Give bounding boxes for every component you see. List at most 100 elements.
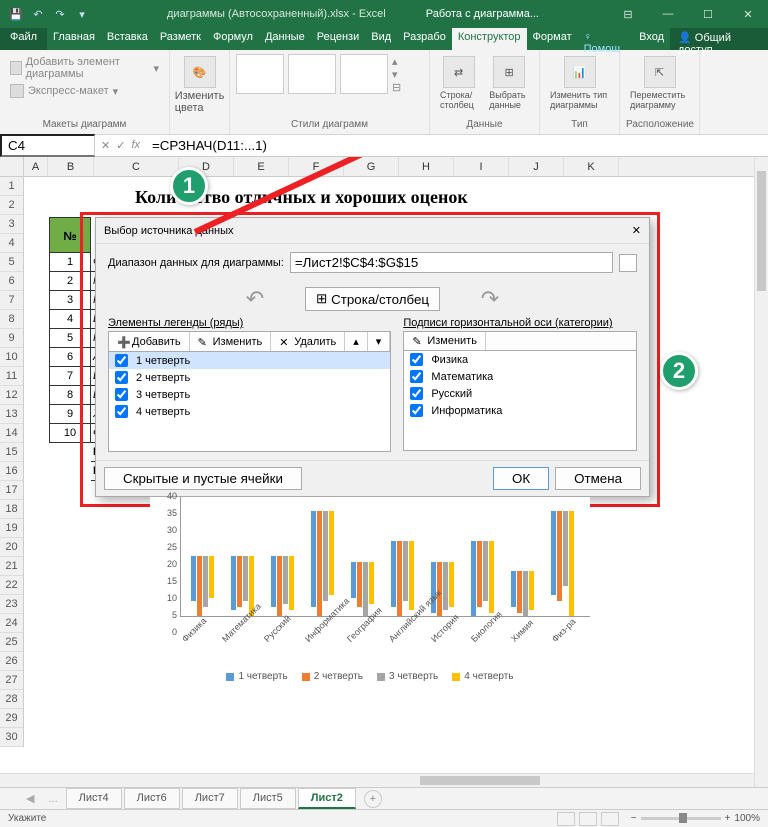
- row-header[interactable]: 26: [0, 652, 23, 671]
- category-list[interactable]: Физика Математика Русский Информатика: [403, 351, 637, 451]
- row-header[interactable]: 19: [0, 519, 23, 538]
- collapse-dialog-icon[interactable]: [619, 254, 637, 272]
- legend-entries-list[interactable]: 1 четверть 2 четверть 3 четверть 4 четве…: [108, 352, 391, 452]
- close-icon[interactable]: ✕: [728, 0, 768, 28]
- sheet-tab[interactable]: Лист4: [66, 788, 122, 809]
- tab-home[interactable]: Главная: [47, 28, 101, 50]
- sheet-tab[interactable]: Лист5: [240, 788, 296, 809]
- normal-view-icon[interactable]: [557, 812, 575, 826]
- row-header[interactable]: 14: [0, 424, 23, 443]
- select-all-cell[interactable]: [0, 157, 24, 176]
- legend-item[interactable]: 2 четверть: [109, 369, 390, 386]
- row-header[interactable]: 4: [0, 234, 23, 253]
- maximize-icon[interactable]: ☐: [688, 0, 728, 28]
- qat-more-icon[interactable]: ▾: [74, 6, 90, 22]
- category-checkbox[interactable]: [410, 370, 423, 383]
- switch-row-column-dialog-button[interactable]: ⊞Строка/столбец: [305, 287, 440, 311]
- legend-item[interactable]: 1 четверть: [109, 352, 390, 369]
- row-header[interactable]: 6: [0, 272, 23, 291]
- undo-icon[interactable]: ↶: [30, 6, 46, 22]
- tab-insert[interactable]: Вставка: [101, 28, 154, 50]
- row-header[interactable]: 21: [0, 557, 23, 576]
- hidden-cells-button[interactable]: Скрытые и пустые ячейки: [104, 467, 302, 490]
- row-header[interactable]: 22: [0, 576, 23, 595]
- row-header[interactable]: 7: [0, 291, 23, 310]
- ok-button[interactable]: ОК: [493, 467, 549, 490]
- vertical-scrollbar[interactable]: [754, 157, 768, 787]
- switch-row-column-button[interactable]: ⇄ Строка/столбец: [436, 54, 481, 112]
- row-header[interactable]: 10: [0, 348, 23, 367]
- tab-formulas[interactable]: Формул: [207, 28, 259, 50]
- row-header[interactable]: 8: [0, 310, 23, 329]
- row-header[interactable]: 23: [0, 595, 23, 614]
- page-layout-view-icon[interactable]: [579, 812, 597, 826]
- tab-data[interactable]: Данные: [259, 28, 311, 50]
- change-colors-button[interactable]: 🎨 Изменить цвета: [176, 54, 223, 116]
- dialog-close-icon[interactable]: ✕: [632, 224, 641, 237]
- tab-format[interactable]: Формат: [527, 28, 578, 50]
- row-header[interactable]: 29: [0, 709, 23, 728]
- worksheet-grid[interactable]: ABCDEFGHIJK 1234567891011121314151617181…: [0, 157, 768, 779]
- row-headers[interactable]: 1234567891011121314151617181920212223242…: [0, 177, 24, 747]
- row-header[interactable]: 2: [0, 196, 23, 215]
- sheet-tab[interactable]: Лист6: [124, 788, 180, 809]
- zoom-control[interactable]: − + 100%: [631, 813, 760, 824]
- embedded-chart[interactable]: 4035302520151050 ФизикаМатематикаРусский…: [150, 497, 590, 707]
- legend-add-button[interactable]: ➕Добавить: [109, 332, 190, 351]
- category-item[interactable]: Физика: [404, 351, 636, 368]
- redo-icon[interactable]: ↷: [52, 6, 68, 22]
- add-sheet-button[interactable]: +: [364, 790, 382, 808]
- formula-input[interactable]: [146, 136, 768, 155]
- select-data-button[interactable]: ⊞ Выбрать данные: [485, 54, 533, 112]
- row-header[interactable]: 5: [0, 253, 23, 272]
- category-checkbox[interactable]: [410, 353, 423, 366]
- column-header[interactable]: A: [24, 157, 48, 176]
- page-break-view-icon[interactable]: [601, 812, 619, 826]
- category-checkbox[interactable]: [410, 387, 423, 400]
- cancel-button[interactable]: Отмена: [555, 467, 641, 490]
- gallery-more-icon[interactable]: ⊟: [392, 81, 401, 94]
- category-edit-button[interactable]: ✎Изменить: [404, 332, 486, 350]
- chart-styles-gallery[interactable]: ▴ ▾ ⊟: [236, 54, 423, 94]
- row-header[interactable]: 11: [0, 367, 23, 386]
- tab-nav-prev[interactable]: ◀: [20, 792, 40, 805]
- tab-developer[interactable]: Разрабо: [397, 28, 452, 50]
- add-chart-element-button[interactable]: Добавить элемент диаграммы ▾: [6, 54, 163, 82]
- move-chart-button[interactable]: ⇱ Переместить диаграмму: [626, 54, 693, 112]
- move-up-button[interactable]: ▴: [345, 332, 368, 351]
- cancel-formula-icon[interactable]: ✕: [101, 139, 110, 152]
- zoom-level[interactable]: 100%: [734, 813, 760, 824]
- fx-icon[interactable]: fx: [131, 139, 140, 152]
- category-checkbox[interactable]: [410, 404, 423, 417]
- category-item[interactable]: Математика: [404, 368, 636, 385]
- chart-style-thumb[interactable]: [288, 54, 336, 94]
- legend-checkbox[interactable]: [115, 371, 128, 384]
- tab-login[interactable]: Вход: [633, 28, 670, 50]
- chart-style-thumb[interactable]: [236, 54, 284, 94]
- tab-view[interactable]: Вид: [365, 28, 397, 50]
- legend-checkbox[interactable]: [115, 405, 128, 418]
- gallery-up-icon[interactable]: ▴: [392, 55, 401, 68]
- row-header[interactable]: 12: [0, 386, 23, 405]
- row-header[interactable]: 28: [0, 690, 23, 709]
- chart-range-input[interactable]: [290, 252, 613, 273]
- legend-delete-button[interactable]: ✕Удалить: [271, 332, 345, 351]
- legend-item[interactable]: 4 четверть: [109, 403, 390, 420]
- row-header[interactable]: 18: [0, 500, 23, 519]
- quick-layout-button[interactable]: Экспресс-макет ▾: [6, 82, 163, 100]
- gallery-down-icon[interactable]: ▾: [392, 68, 401, 81]
- row-header[interactable]: 25: [0, 633, 23, 652]
- minimize-icon[interactable]: —: [648, 0, 688, 28]
- category-item[interactable]: Информатика: [404, 402, 636, 419]
- tab-review[interactable]: Рецензи: [311, 28, 366, 50]
- legend-checkbox[interactable]: [115, 354, 128, 367]
- tab-file[interactable]: Файл: [0, 28, 47, 50]
- row-header[interactable]: 13: [0, 405, 23, 424]
- row-header[interactable]: 20: [0, 538, 23, 557]
- row-header[interactable]: 1: [0, 177, 23, 196]
- tab-design[interactable]: Конструктор: [452, 28, 527, 50]
- legend-checkbox[interactable]: [115, 388, 128, 401]
- category-item[interactable]: Русский: [404, 385, 636, 402]
- row-header[interactable]: 24: [0, 614, 23, 633]
- sheet-tab[interactable]: Лист7: [182, 788, 238, 809]
